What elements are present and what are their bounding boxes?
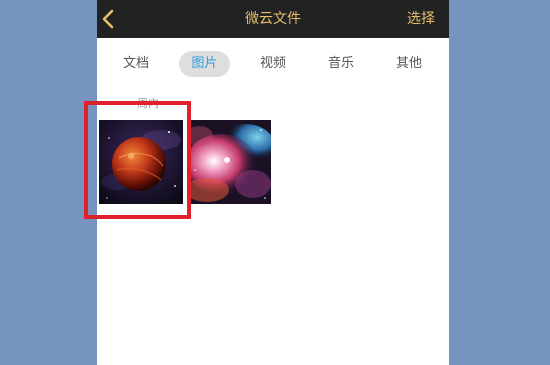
- tab-other[interactable]: 其他: [384, 51, 434, 77]
- selection-highlight-box: [84, 101, 191, 219]
- tab-documents[interactable]: 文档: [111, 51, 161, 77]
- select-button[interactable]: 选择: [407, 0, 435, 38]
- category-tabs: 文档 图片 视频 音乐 其他: [97, 38, 449, 88]
- page-title: 微云文件: [245, 11, 301, 27]
- tab-videos[interactable]: 视频: [248, 51, 298, 77]
- header-bar: 微云文件 选择: [97, 0, 449, 38]
- tab-images[interactable]: 图片: [179, 51, 230, 77]
- image-thumbnail-nebula[interactable]: [187, 120, 271, 204]
- tab-music[interactable]: 音乐: [316, 51, 366, 77]
